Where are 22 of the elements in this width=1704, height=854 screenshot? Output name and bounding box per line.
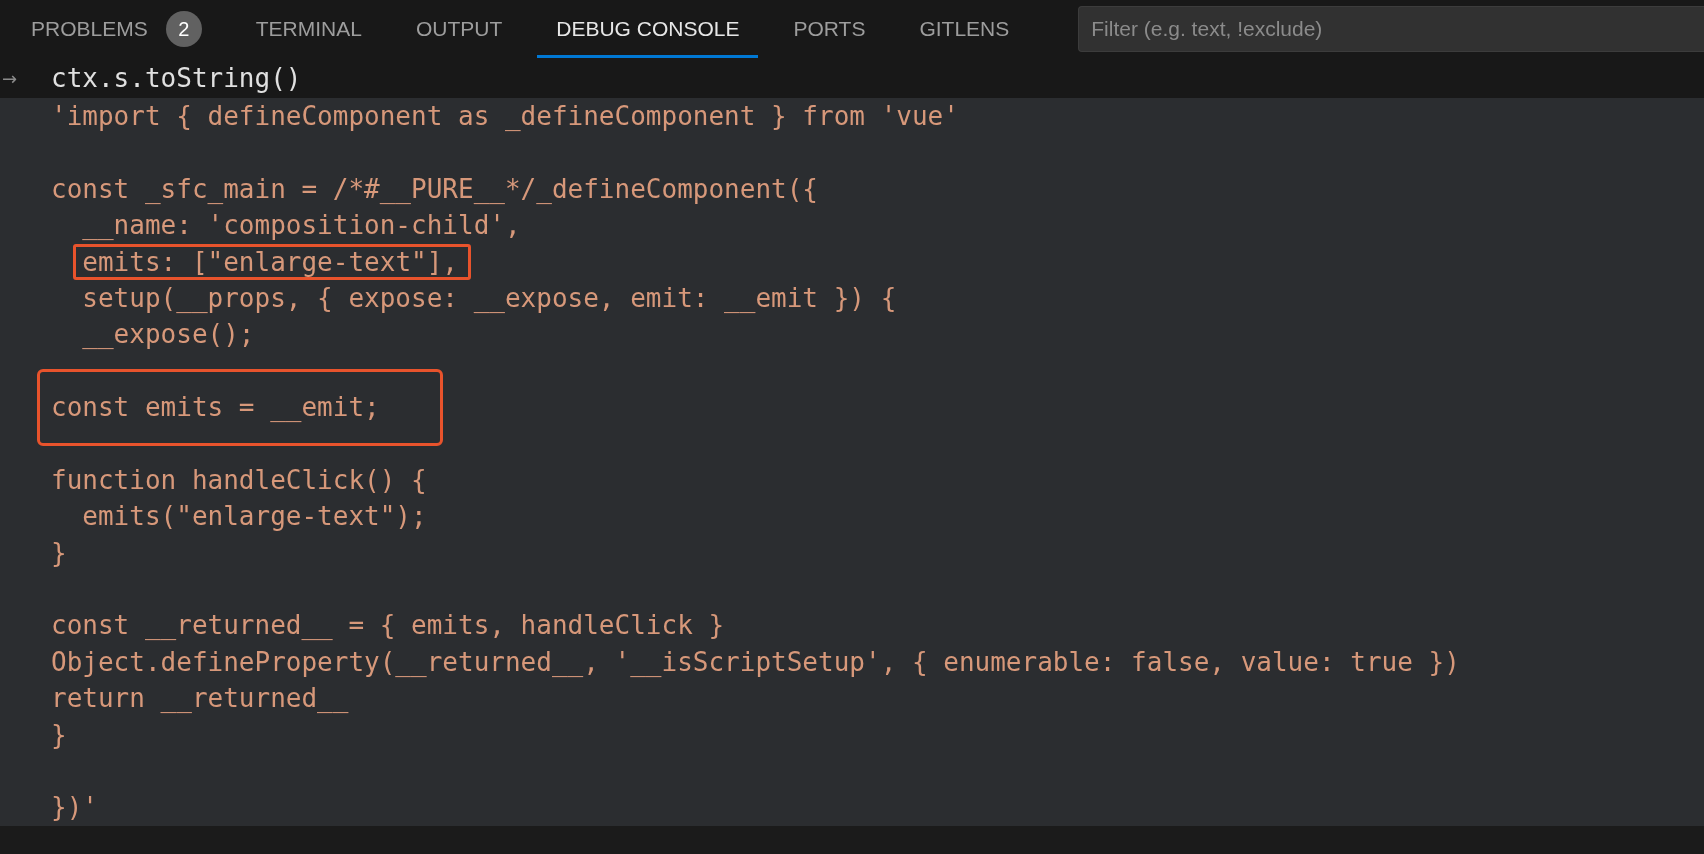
code-line: __name: 'composition-child', bbox=[81, 210, 521, 241]
code-line: } bbox=[51, 537, 67, 568]
code-line: Object.defineProperty(__returned__, '__isScriptSetup', { enumerable: false, value: true }) bbox=[51, 646, 1460, 677]
code-line: __expose(); bbox=[81, 319, 255, 350]
code-line: function handleClick() { bbox=[51, 464, 427, 495]
panel-tab[interactable]: OUTPUT bbox=[396, 0, 522, 58]
filter-field[interactable]: Filter (e.g. text, !exclude) bbox=[1078, 6, 1704, 52]
code-line: })' bbox=[51, 792, 98, 823]
console-input-text: ctx.s.toString() bbox=[51, 63, 302, 93]
panel-tab[interactable]: PROBLEMS 2 bbox=[12, 0, 221, 58]
code-line: emits("enlarge-text"); bbox=[81, 501, 427, 532]
prompt-arrow-icon: → bbox=[2, 67, 18, 89]
code-line: setup(__props, { expose: __expose, emit: __emit }) { bbox=[81, 282, 897, 313]
code-line: const _sfc_main = /*#__PURE__*/_defineComponent({ bbox=[51, 173, 818, 204]
count-badge: 2 bbox=[165, 11, 202, 47]
code-line: } bbox=[51, 719, 67, 750]
panel-tab[interactable]: GITLENS bbox=[900, 0, 1029, 58]
panel-tab[interactable]: PORTS bbox=[774, 0, 885, 58]
panel-tab[interactable]: TERMINAL bbox=[236, 0, 381, 58]
code-line: 'import { defineComponent as _defineComponent } from 'vue' bbox=[51, 101, 959, 131]
code-line: return __returned__ bbox=[51, 683, 349, 714]
code-line: const __returned__ = { emits, handleClick } bbox=[51, 610, 725, 641]
